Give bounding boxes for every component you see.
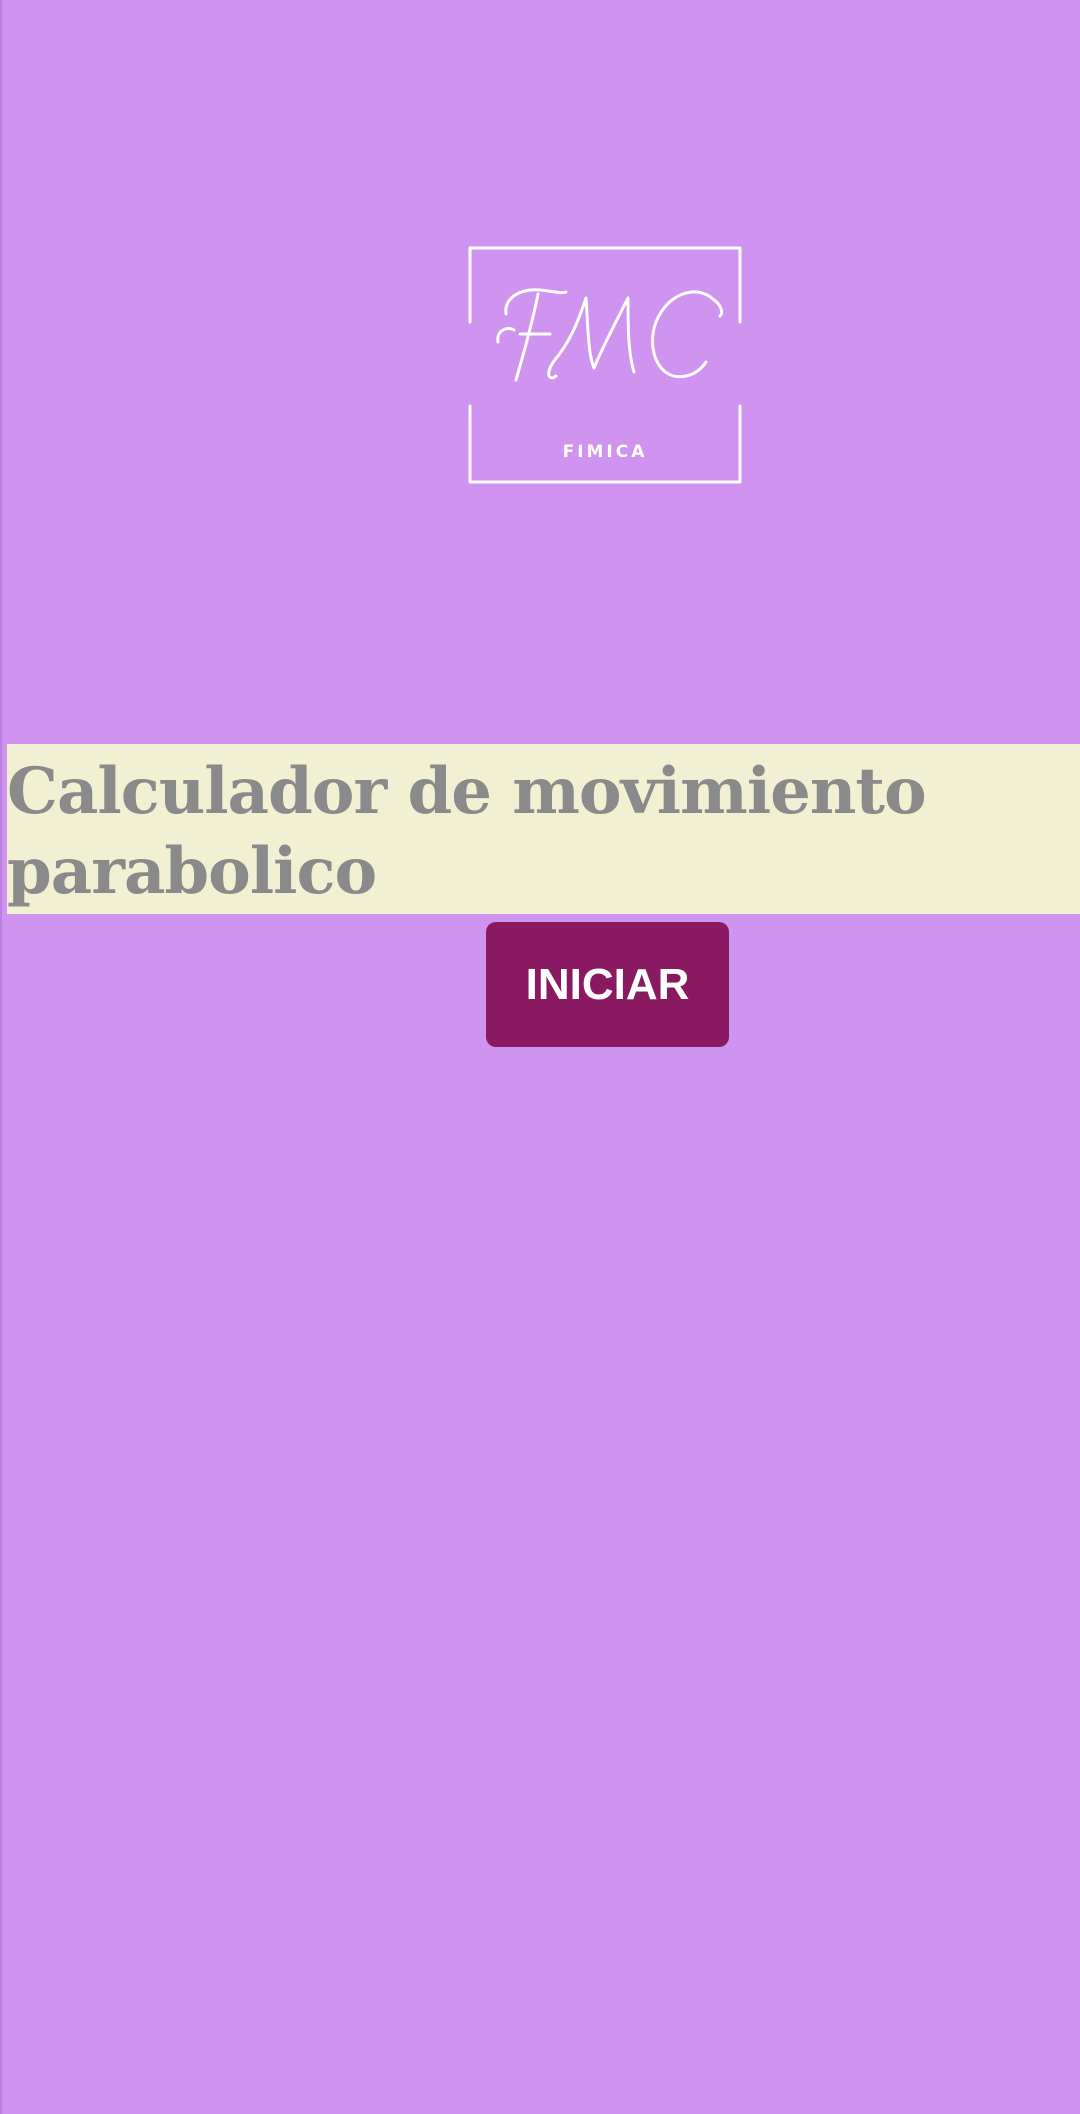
- logo-caption: FIMICA: [562, 442, 648, 462]
- start-button[interactable]: INICIAR: [486, 922, 729, 1047]
- title-band: Calculador de movimiento parabolico: [7, 744, 1080, 914]
- page-title: Calculador de movimiento parabolico: [7, 754, 927, 909]
- screen-edge: [0, 0, 2, 2114]
- fmc-logo: FIMICA: [468, 246, 742, 485]
